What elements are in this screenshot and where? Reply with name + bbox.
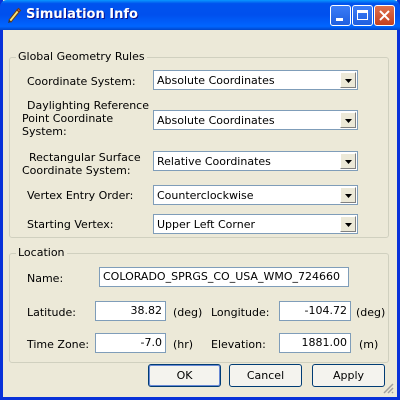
- rect-surface-label-line-1: Rectangular Surface: [29, 151, 141, 164]
- location-legend: Location: [16, 246, 67, 259]
- rect-surface-label-line-2: Coordinate System:: [22, 164, 131, 177]
- cancel-button[interactable]: Cancel: [229, 364, 302, 387]
- daylighting-label-line-3: System:: [22, 125, 67, 138]
- vertex-order-select[interactable]: Counterclockwise: [153, 185, 358, 205]
- vertex-order-label: Vertex Entry Order:: [27, 189, 134, 202]
- elevation-unit: (m): [359, 338, 379, 351]
- coordinate-system-dropdown-button[interactable]: [340, 72, 356, 88]
- daylighting-dropdown-button[interactable]: [340, 112, 356, 128]
- chevron-down-icon: [345, 223, 352, 227]
- rect-surface-dropdown-button[interactable]: [340, 153, 356, 169]
- maximize-button[interactable]: [352, 5, 373, 26]
- close-button[interactable]: [374, 5, 395, 26]
- name-field[interactable]: COLORADO_SPRGS_CO_USA_WMO_724660: [99, 267, 349, 287]
- rect-surface-coordinate-select[interactable]: Relative Coordinates: [153, 151, 358, 171]
- daylighting-label-line-2: Point Coordinate: [22, 112, 114, 125]
- elevation-label: Elevation:: [211, 338, 266, 351]
- coordinate-system-select[interactable]: Absolute Coordinates: [153, 70, 358, 90]
- elevation-field[interactable]: 1881.00: [279, 333, 351, 353]
- ok-button[interactable]: OK: [148, 364, 221, 387]
- resize-grip-icon[interactable]: [382, 382, 394, 394]
- name-label: Name:: [27, 272, 64, 285]
- window-title: Simulation Info: [26, 7, 138, 22]
- minimize-button[interactable]: [330, 5, 351, 26]
- daylighting-label-line-1: Daylighting Reference: [27, 99, 149, 112]
- maximize-icon: [357, 10, 368, 20]
- starting-vertex-value: Upper Left Corner: [157, 218, 255, 231]
- longitude-unit: (deg): [356, 306, 386, 319]
- geometry-rules-legend: Global Geometry Rules: [16, 50, 147, 63]
- starting-vertex-label: Starting Vertex:: [27, 218, 114, 231]
- pencil-icon: [6, 7, 22, 23]
- chevron-down-icon: [345, 79, 352, 83]
- chevron-down-icon: [345, 160, 352, 164]
- latitude-label: Latitude:: [27, 306, 76, 319]
- daylighting-coordinate-select[interactable]: Absolute Coordinates: [153, 110, 358, 130]
- chevron-down-icon: [345, 194, 352, 198]
- simulation-info-dialog: Simulation Info Global Geometry Rules Co…: [0, 0, 400, 400]
- timezone-label: Time Zone:: [27, 338, 90, 351]
- rect-surface-coordinate-value: Relative Coordinates: [157, 155, 271, 168]
- starting-vertex-dropdown-button[interactable]: [340, 216, 356, 232]
- timezone-field[interactable]: -7.0: [95, 333, 166, 353]
- title-bar[interactable]: Simulation Info: [0, 0, 400, 30]
- chevron-down-icon: [345, 119, 352, 123]
- vertex-order-value: Counterclockwise: [157, 189, 254, 202]
- minimize-icon: [336, 18, 343, 21]
- longitude-label: Longitude:: [211, 306, 270, 319]
- coordinate-system-label: Coordinate System:: [27, 75, 136, 88]
- latitude-field[interactable]: 38.82: [95, 301, 166, 321]
- close-icon: [379, 10, 390, 21]
- apply-button[interactable]: Apply: [312, 364, 385, 387]
- coordinate-system-value: Absolute Coordinates: [157, 74, 275, 87]
- geometry-rules-group: Global Geometry Rules Coordinate System:…: [9, 50, 389, 238]
- starting-vertex-select[interactable]: Upper Left Corner: [153, 214, 358, 234]
- longitude-field[interactable]: -104.72: [279, 301, 351, 321]
- daylighting-coordinate-value: Absolute Coordinates: [157, 114, 275, 127]
- location-group: Location Name: COLORADO_SPRGS_CO_USA_WMO…: [9, 246, 389, 363]
- timezone-unit: (hr): [173, 338, 194, 351]
- latitude-unit: (deg): [173, 306, 203, 319]
- vertex-order-dropdown-button[interactable]: [340, 187, 356, 203]
